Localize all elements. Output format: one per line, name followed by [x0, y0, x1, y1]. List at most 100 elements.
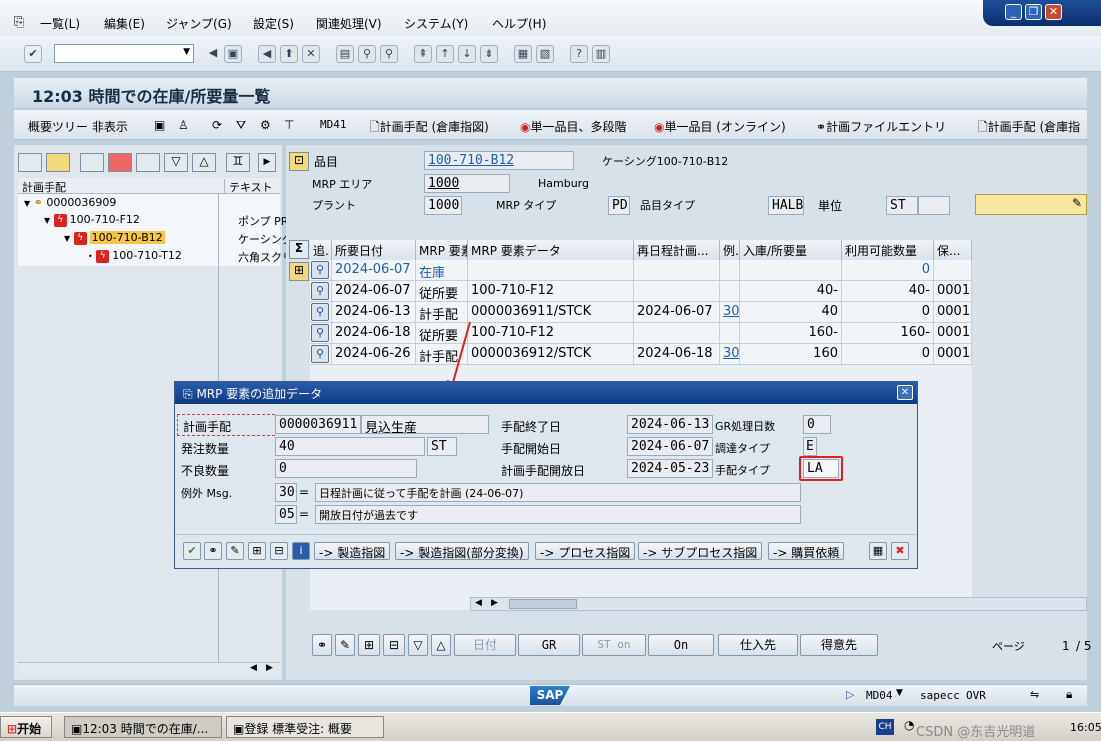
mrp-area-field[interactable]: 1000 — [424, 174, 510, 193]
layout-icon[interactable]: ⊤ — [284, 118, 294, 132]
vendor-button[interactable]: 仕入先 — [718, 634, 798, 656]
row-detail-cell[interactable]: ⚲ — [310, 344, 332, 365]
filter-icon[interactable]: ⛛ — [236, 118, 246, 133]
chevron-down-icon[interactable]: ▼ — [183, 47, 190, 57]
scroll-left-icon[interactable]: ◀ — [250, 663, 257, 673]
sum-icon[interactable]: Σ — [289, 240, 309, 259]
grid-cell-exc[interactable] — [720, 281, 740, 302]
status-expand-icon[interactable]: ▷ — [846, 688, 854, 701]
menu-system[interactable]: システム(Y) — [404, 15, 468, 32]
collapse-up-icon[interactable]: △ — [431, 634, 451, 656]
taskbar-item-sales-order[interactable]: ▣登録 標準受注: 概要 — [226, 716, 384, 738]
planned-order-field[interactable]: 0000036911 — [275, 415, 361, 434]
order-unit-field[interactable]: ST — [427, 437, 457, 456]
tree-row-b12[interactable]: ▼ ϟ 100-710-B12 — [64, 231, 165, 245]
row-detail-cell[interactable]: ⚲ — [310, 260, 332, 281]
binoculars-icon[interactable]: ♊ — [226, 153, 250, 172]
detail-magnifier-icon[interactable]: ⚲ — [311, 303, 329, 321]
back-arrow-icon[interactable]: ◀ — [204, 45, 222, 63]
to-process-order-button[interactable]: -> プロセス指図 — [535, 542, 636, 560]
planned-order-button[interactable]: 🗋計画手配 (倉庫指図) — [370, 118, 489, 139]
to-subprocess-order-button[interactable]: -> サブプロセス指図 — [638, 542, 763, 560]
expand-down-icon[interactable]: ▽ — [164, 153, 188, 172]
on-button[interactable]: On — [648, 634, 714, 656]
exception-code-2[interactable]: 05 — [275, 505, 297, 524]
col-available[interactable]: 利用可能数量 — [842, 240, 934, 260]
gr-button[interactable]: GR — [518, 634, 580, 656]
refresh-icon[interactable]: ⟳ — [212, 118, 222, 132]
scroll-right-icon[interactable]: ▶ — [491, 598, 498, 608]
back-icon[interactable]: ◀ — [258, 45, 276, 63]
collapse-up-icon[interactable]: △ — [192, 153, 216, 172]
system-menu-icon[interactable]: ⎘ — [14, 15, 24, 30]
menu-edit[interactable]: 編集(E) — [104, 15, 145, 32]
find-icon[interactable]: ⚲ — [358, 45, 376, 63]
detail-magnifier-icon[interactable]: ⚲ — [311, 282, 329, 300]
tree-tool-2-icon[interactable] — [46, 153, 70, 172]
exit-icon[interactable]: ⬆ — [280, 45, 298, 63]
info-icon[interactable]: i — [292, 542, 310, 560]
confirm-icon[interactable]: ✔ — [183, 542, 201, 560]
enter-icon[interactable]: ✔ — [24, 45, 42, 63]
exception-text-1[interactable]: 日程計画に従って手配を計画 (24-06-07) — [315, 483, 801, 502]
col-date[interactable]: 所要日付 — [332, 240, 416, 260]
close-icon[interactable]: ✕ — [897, 385, 913, 400]
next-page-icon[interactable]: ↓ — [458, 45, 476, 63]
selection-icon[interactable]: ▣ — [154, 118, 165, 132]
hierarchy-icon[interactable]: ⊞ — [358, 634, 380, 656]
scroll-thumb[interactable] — [509, 599, 577, 609]
minimize-icon[interactable]: _ — [1005, 4, 1022, 20]
settings-icon[interactable]: ⚙ — [260, 118, 271, 132]
col-reschedule[interactable]: 再日程計画... — [634, 240, 720, 260]
link-icon[interactable]: ⚭ — [312, 634, 332, 656]
col-detail[interactable]: 追. — [310, 240, 332, 260]
detail-magnifier-icon[interactable]: ⚲ — [311, 345, 329, 363]
exception-code-1[interactable]: 30 — [275, 483, 297, 502]
material-field[interactable]: 100-710-B12 — [424, 151, 574, 170]
language-indicator[interactable]: CH — [876, 719, 894, 735]
start-date-field[interactable]: 2024-06-07 — [627, 437, 713, 456]
header-toggle-icon[interactable]: ⊡ — [289, 152, 309, 171]
edit-button[interactable]: ✎ — [975, 194, 1087, 215]
md41-button[interactable]: MD41 — [320, 118, 347, 131]
pencil-icon[interactable]: ✎ — [226, 542, 244, 560]
open-date-field[interactable]: 2024-05-23 — [627, 459, 713, 478]
layout-toggle-icon[interactable]: ⊞ — [289, 262, 309, 281]
to-production-order-partial-button[interactable]: -> 製造指図(部分変換) — [395, 542, 529, 560]
mrp-type-field[interactable]: PD — [608, 196, 630, 215]
menu-list[interactable]: 一覧(L) — [40, 15, 80, 32]
row-detail-cell[interactable]: ⚲ — [310, 302, 332, 323]
scroll-right-icon[interactable]: ▶ — [266, 663, 273, 673]
menu-goto[interactable]: ジャンプ(G) — [166, 15, 232, 32]
scroll-right-icon[interactable]: ▶ — [258, 153, 276, 172]
tree-scrollbar[interactable]: ◀ ▶ — [18, 662, 280, 676]
hierarchy-icon[interactable]: ⊞ — [248, 542, 266, 560]
grid-cell-exc[interactable]: 30 — [720, 344, 740, 365]
col-receipt-req[interactable]: 入庫/所要量 — [740, 240, 842, 260]
prev-page-icon[interactable]: ↑ — [436, 45, 454, 63]
tree-tool-4-icon[interactable] — [108, 153, 132, 172]
session-icon[interactable]: ⇋ — [1030, 688, 1039, 701]
hierarchy2-icon[interactable]: ⊟ — [270, 542, 288, 560]
finish-date-field[interactable]: 2024-06-13 — [627, 415, 713, 434]
col-mrp-element[interactable]: MRP 要素 — [416, 240, 468, 260]
col-exception[interactable]: 例. — [720, 240, 740, 260]
single-item-multilevel-button[interactable]: ◉単一品目、多段階 — [520, 118, 627, 135]
taskbar-item-stock-list[interactable]: ▣12:03 時間での在庫/... — [64, 716, 222, 738]
hierarchy2-icon[interactable]: ⊟ — [383, 634, 405, 656]
grid-scrollbar[interactable]: ◀ ▶ — [470, 597, 1087, 611]
grid-cell-exc[interactable] — [720, 323, 740, 344]
order-type-field[interactable]: 見込生産 — [361, 415, 489, 434]
tree-row-t12[interactable]: • ϟ 100-710-T12 — [88, 249, 182, 263]
col-storage[interactable]: 保... — [934, 240, 972, 260]
tree-tool-3-icon[interactable] — [80, 153, 104, 172]
tray-icon[interactable]: ◔ — [904, 718, 914, 732]
row-detail-cell[interactable]: ⚲ — [310, 281, 332, 302]
single-item-online-button[interactable]: ◉単一品目 (オンライン) — [654, 118, 786, 135]
order-qty-field[interactable]: 40 — [275, 437, 425, 456]
last-page-icon[interactable]: ⇟ — [480, 45, 498, 63]
to-purchase-requisition-button[interactable]: -> 購買依頼 — [768, 542, 845, 560]
detail-magnifier-icon[interactable]: ⚲ — [311, 324, 329, 342]
hide-overview-tree-button[interactable]: 概要ツリー 非表示 — [28, 118, 128, 135]
find-next-icon[interactable]: ⚲ — [380, 45, 398, 63]
